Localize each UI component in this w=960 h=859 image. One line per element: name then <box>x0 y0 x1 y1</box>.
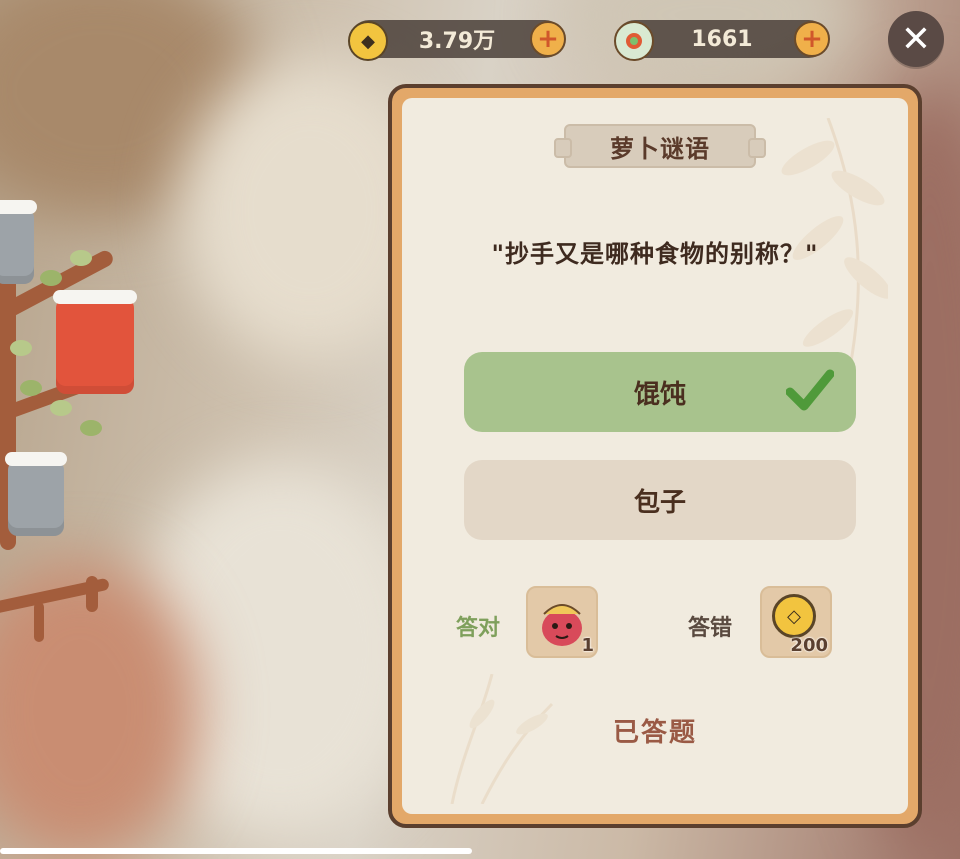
riddle-question: "抄手又是哪种食物的别称？" <box>491 240 819 268</box>
panel-title: 萝卜谜语 <box>554 124 766 168</box>
riddle-panel-body: 萝卜谜语 "抄手又是哪种食物的别称？" 馄饨 包子 答对 1 答错 ◇ 200 … <box>402 98 908 814</box>
correct-reward-count: 1 <box>581 635 594 656</box>
gold-currency-bar: ◆ 3.79万 + <box>348 20 566 61</box>
close-icon: ✕ <box>900 18 932 60</box>
wrong-reward-item[interactable]: ◇ 200 <box>760 586 832 658</box>
checkmark-icon <box>786 369 834 411</box>
jade-coin-icon <box>614 21 654 61</box>
riddle-panel: 萝卜谜语 "抄手又是哪种食物的别称？" 馄饨 包子 答对 1 答错 ◇ 200 … <box>388 84 922 828</box>
gray-lantern <box>0 200 37 284</box>
red-lantern <box>53 290 137 394</box>
gray-lantern <box>5 452 67 536</box>
gold-coin-icon: ◆ <box>348 21 388 61</box>
add-gold-button[interactable]: + <box>530 21 566 57</box>
home-indicator[interactable] <box>0 848 472 854</box>
lantern-tree-scene <box>0 150 220 670</box>
answer-option[interactable]: 包子 <box>464 460 856 540</box>
correct-reward-label: 答对 <box>456 616 501 641</box>
reward-row: 答对 1 答错 ◇ 200 <box>402 586 908 666</box>
panel-title-text: 萝卜谜语 <box>610 134 710 163</box>
option-label: 包子 <box>633 487 686 518</box>
jade-amount: 1661 <box>691 26 753 52</box>
wrong-reward-count: 200 <box>790 635 828 656</box>
answer-option-correct[interactable]: 馄饨 <box>464 352 856 432</box>
answered-status: 已答题 <box>612 718 697 748</box>
gold-amount: 3.79万 <box>418 29 496 54</box>
close-button[interactable]: ✕ <box>888 11 944 67</box>
option-label: 馄饨 <box>633 379 686 410</box>
jade-currency-bar: 1661 + <box>614 20 830 61</box>
correct-reward-item[interactable]: 1 <box>526 586 598 658</box>
wrong-reward-label: 答错 <box>688 616 733 641</box>
add-jade-button[interactable]: + <box>794 21 830 57</box>
gold-coin-icon: ◇ <box>772 594 816 638</box>
